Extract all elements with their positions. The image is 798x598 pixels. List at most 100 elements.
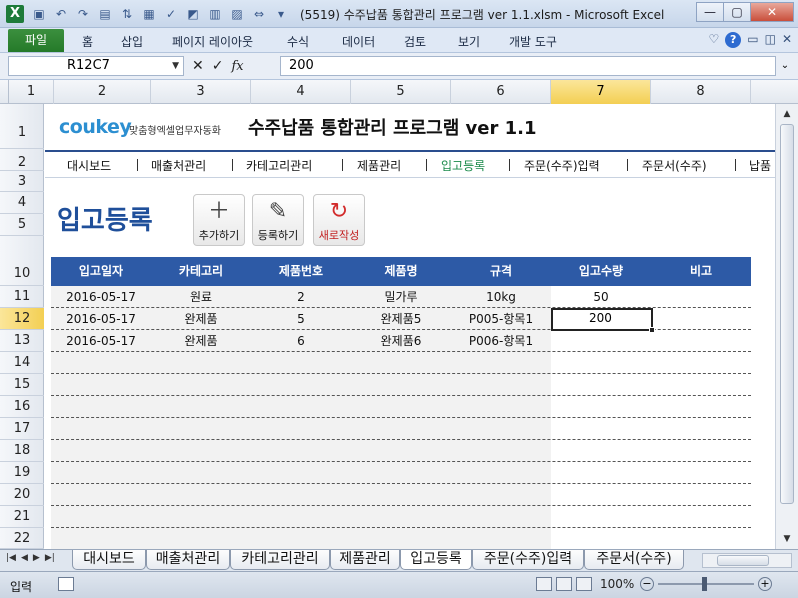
menu-item-delivery[interactable]: 납품 [749, 157, 771, 174]
scroll-thumb[interactable] [780, 124, 794, 504]
normal-view-icon[interactable] [536, 577, 552, 591]
tab-page-layout[interactable]: 페이지 레이아웃 [172, 33, 253, 50]
ribbon-collapse-icon[interactable]: ♡ [708, 32, 719, 48]
table-row[interactable] [51, 506, 751, 528]
cell-product-no[interactable]: 6 [251, 330, 351, 352]
table-icon[interactable]: ▥ [206, 6, 224, 22]
selected-cell[interactable]: 200 [551, 308, 653, 331]
merge-icon[interactable]: ⇔ [250, 6, 268, 22]
horizontal-scroll-thumb[interactable] [717, 555, 769, 566]
prev-sheet-icon[interactable]: ◀ [21, 553, 28, 563]
zoom-in-icon[interactable]: + [758, 577, 772, 591]
close-button[interactable]: ✕ [750, 2, 794, 22]
next-sheet-icon[interactable]: ▶ [33, 553, 40, 563]
row-header[interactable]: 5 [0, 214, 44, 236]
restore-button[interactable]: ▢ [723, 2, 751, 22]
workbook-close-icon[interactable]: ✕ [782, 32, 792, 48]
print-preview-icon[interactable]: ▤ [96, 6, 114, 22]
workbook-minimize-icon[interactable]: ▭ [747, 32, 758, 48]
horizontal-scrollbar[interactable] [702, 553, 792, 568]
column-header[interactable]: 3 [151, 80, 251, 104]
cell-product-name[interactable]: 완제품6 [351, 330, 451, 352]
tab-data[interactable]: 데이터 [342, 33, 375, 50]
undo-icon[interactable]: ↶ [52, 6, 70, 22]
sort-icon[interactable]: ⇅ [118, 6, 136, 22]
table-row[interactable] [51, 462, 751, 484]
table-row[interactable]: 2016-05-17 원료 2 밀가루 10kg 50 [51, 286, 751, 308]
cell-note[interactable] [651, 330, 751, 352]
menu-item-order-entry[interactable]: 주문(수주)입력 [524, 157, 600, 174]
scroll-down-icon[interactable]: ▼ [779, 531, 795, 547]
row-header[interactable]: 15 [0, 374, 44, 396]
row-header[interactable]: 4 [0, 192, 44, 214]
confirm-entry-icon[interactable]: ✓ [212, 58, 224, 74]
cell-product-name[interactable]: 밀가루 [351, 286, 451, 308]
cell-category[interactable]: 완제품 [151, 330, 251, 352]
row-header[interactable]: 16 [0, 396, 44, 418]
row-header[interactable]: 2 [0, 149, 44, 171]
zoom-level[interactable]: 100% [600, 577, 634, 591]
table-row[interactable] [51, 352, 751, 374]
tab-view[interactable]: 보기 [458, 33, 480, 50]
column-header[interactable]: 1 [9, 80, 54, 104]
row-header[interactable]: 11 [0, 286, 44, 308]
row-header[interactable]: 18 [0, 440, 44, 462]
table-row[interactable] [51, 396, 751, 418]
sheet-tab-categories[interactable]: 카테고리관리 [230, 550, 330, 570]
cell-category[interactable]: 완제품 [151, 308, 251, 330]
cell-quantity[interactable]: 50 [551, 286, 651, 308]
new-entry-button[interactable]: ↻ 새로작성 [313, 194, 365, 246]
workbook-restore-icon[interactable]: ◫ [765, 32, 776, 48]
cancel-entry-icon[interactable]: ✕ [192, 58, 204, 74]
sheet-tab-products[interactable]: 제품관리 [330, 550, 400, 570]
column-header[interactable]: 5 [351, 80, 451, 104]
macro-record-icon[interactable] [58, 577, 74, 591]
page-layout-view-icon[interactable] [556, 577, 572, 591]
row-header[interactable]: 22 [0, 528, 44, 549]
sheet-tab-order-entry[interactable]: 주문(수주)입력 [472, 550, 584, 570]
format-icon[interactable]: ◩ [184, 6, 202, 22]
chart-icon[interactable]: ▨ [228, 6, 246, 22]
menu-item-order-form[interactable]: 주문서(수주) [642, 157, 707, 174]
column-header[interactable]: 2 [54, 80, 151, 104]
vertical-scrollbar[interactable]: ▲ ▼ [775, 104, 798, 549]
sheet-tab-stock-in[interactable]: 입고등록 [400, 550, 472, 570]
add-button[interactable]: ＋ 추가하기 [193, 194, 245, 246]
page-break-view-icon[interactable] [576, 577, 592, 591]
column-header[interactable]: 8 [651, 80, 751, 104]
table-row[interactable] [51, 484, 751, 506]
cell-note[interactable] [651, 308, 751, 330]
row-header[interactable]: 21 [0, 506, 44, 528]
column-header[interactable]: 4 [251, 80, 351, 104]
row-header[interactable]: 14 [0, 352, 44, 374]
row-header-selected[interactable]: 12 [0, 308, 44, 330]
menu-item-products[interactable]: 제품관리 [357, 157, 401, 174]
spelling-icon[interactable]: ✓ [162, 6, 180, 22]
table-row[interactable] [51, 440, 751, 462]
menu-item-stock-in[interactable]: 입고등록 [441, 157, 485, 174]
cell-quantity[interactable] [551, 330, 651, 352]
tab-formulas[interactable]: 수식 [287, 33, 309, 50]
formula-input[interactable]: 200 [280, 56, 776, 76]
cell-product-name[interactable]: 완제품5 [351, 308, 451, 330]
first-sheet-icon[interactable]: |◀ [6, 553, 16, 563]
menu-item-categories[interactable]: 카테고리관리 [246, 157, 312, 174]
cell-date[interactable]: 2016-05-17 [51, 286, 151, 308]
tab-file[interactable]: 파일 [8, 29, 64, 52]
row-header[interactable]: 13 [0, 330, 44, 352]
row-header[interactable]: 10 [0, 236, 44, 286]
fill-handle[interactable] [649, 327, 655, 333]
column-header-selected[interactable]: 7 [551, 80, 651, 104]
table-row[interactable] [51, 528, 751, 549]
menu-item-dashboard[interactable]: 대시보드 [67, 157, 111, 174]
tab-developer[interactable]: 개발 도구 [509, 33, 557, 50]
scroll-up-icon[interactable]: ▲ [779, 106, 795, 122]
cell-date[interactable]: 2016-05-17 [51, 330, 151, 352]
chevron-down-icon[interactable]: ▼ [172, 57, 179, 75]
cell-date[interactable]: 2016-05-17 [51, 308, 151, 330]
zoom-out-icon[interactable]: − [640, 577, 654, 591]
column-header[interactable]: 6 [451, 80, 551, 104]
customize-qat-icon[interactable]: ▾ [272, 6, 290, 22]
name-box[interactable]: R12C7 ▼ [8, 56, 184, 76]
select-all-corner[interactable] [0, 80, 9, 104]
